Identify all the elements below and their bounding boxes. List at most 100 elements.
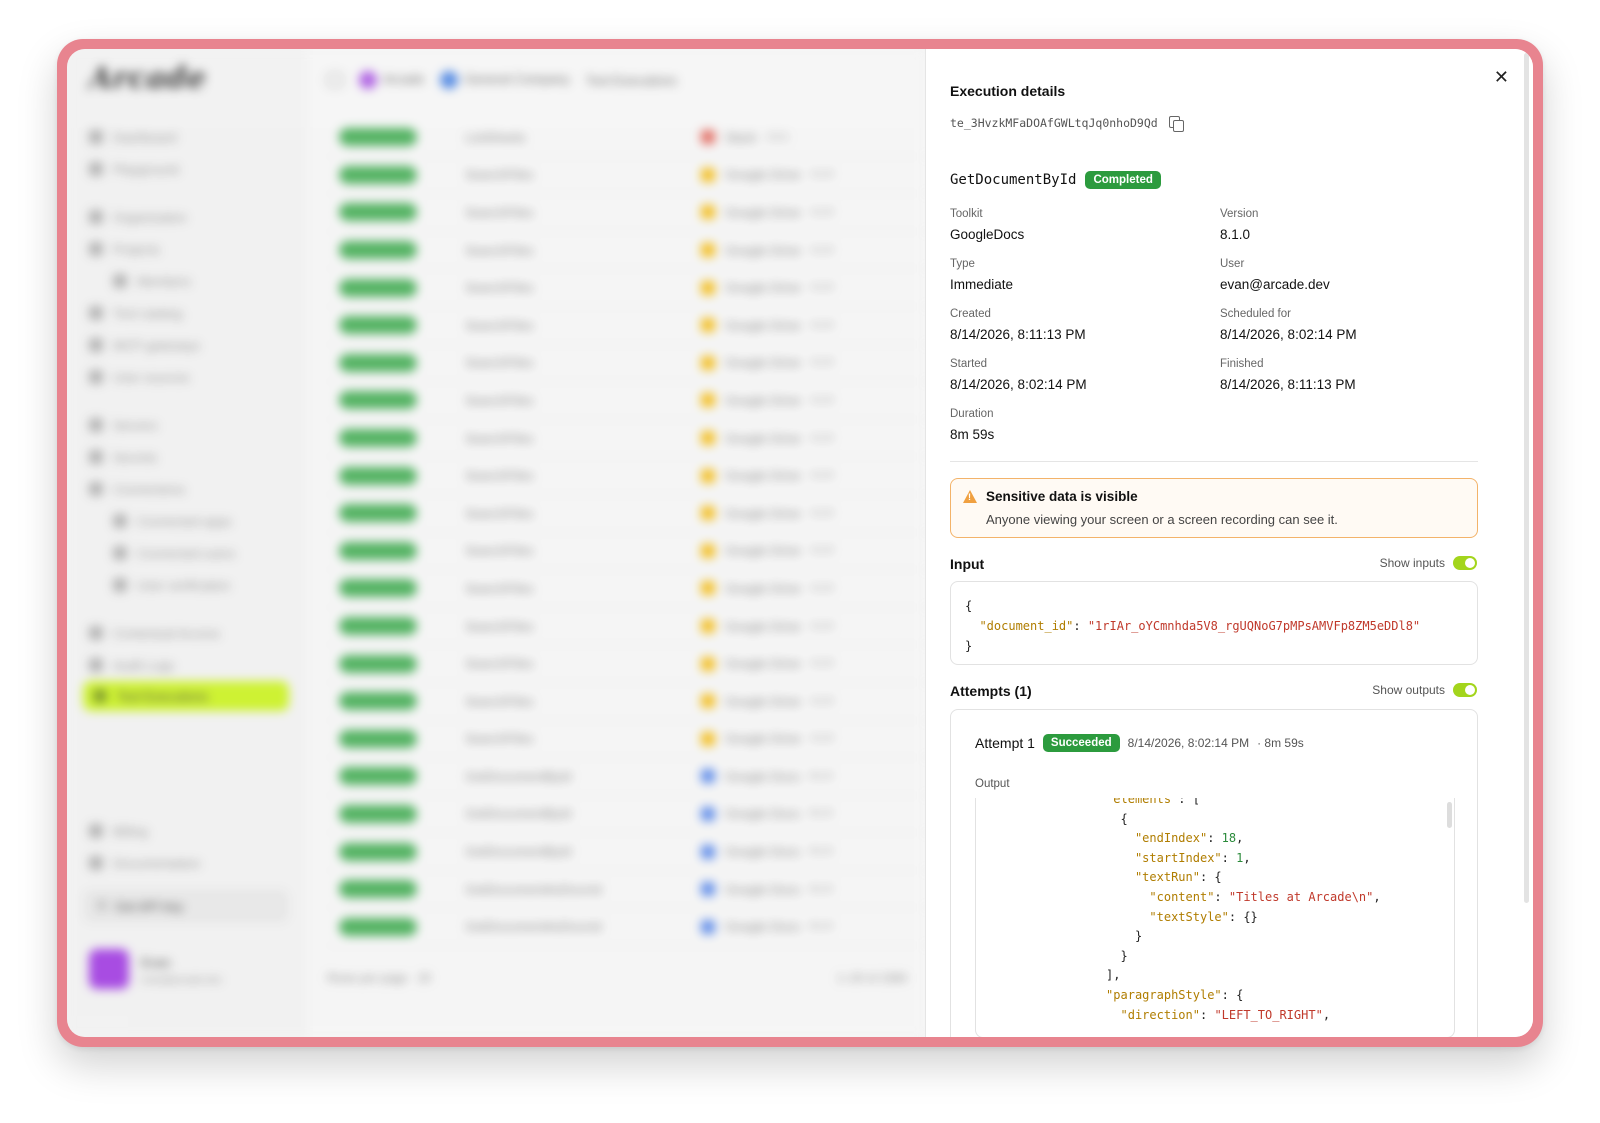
status-pill [339,466,417,485]
user-label: User [1220,258,1245,270]
status-pill [339,278,417,297]
sidebar-item-label: Playground [113,161,179,177]
table-row[interactable]: SearchFiles Google Drive 4.1.0 [327,345,927,383]
sidebar-item[interactable]: Connected apps [113,511,232,531]
toolkit-icon [701,318,715,333]
breadcrumb-org[interactable]: Arcade [359,71,424,89]
toolkit-icon [701,468,715,483]
output-json[interactable]: "elements": [ { "endIndex": 18, "startIn… [975,798,1455,1037]
toolkit-cell: Google Drive [725,505,801,521]
sidebar-item[interactable]: Connected users [113,543,235,563]
table-row[interactable]: ListSheets Slack 2.3.1 [327,119,927,157]
table-row[interactable]: SearchFiles Google Drive 4.1.0 [327,194,927,232]
sidebar-item[interactable]: User verification [113,575,230,595]
sidebar-item[interactable]: Secrets [89,447,157,467]
json-punct: , [1373,889,1381,904]
table-row[interactable]: SearchFiles Google Drive 4.1.0 [327,269,927,307]
table-row[interactable]: GetDocumentById Google Docs 8.1.0 [327,796,927,834]
close-icon[interactable]: ✕ [1494,67,1509,88]
breadcrumb-project[interactable]: General Company [440,71,570,89]
sidebar-item-tool-executions[interactable]: Tool Executions [83,681,289,711]
table-row[interactable]: SearchFiles Google Drive 4.1.0 [327,382,927,420]
sidebar-item[interactable]: MCP gateways [89,335,200,355]
sidebar-item[interactable]: Contextual Access [89,623,220,643]
table-row[interactable]: GetDocumentAsDocmd Google Docs 8.1.0 [327,871,927,909]
table-row[interactable]: SearchFiles Google Drive 4.1.0 [327,495,927,533]
show-inputs-toggle[interactable] [1453,556,1477,570]
toolkit-cell: Google Drive [725,580,801,596]
sidebar-item[interactable]: Projects [89,239,160,259]
toolkit-cell: Google Docs [725,806,801,822]
sidebar-item-label: MCP gateways [113,337,201,353]
toolkit-icon [701,806,715,821]
toolkit-icon [701,205,715,220]
panel-scrollbar[interactable] [1524,53,1529,903]
table-row[interactable]: GetDocumentAsDocmd Google Docs 8.1.0 [327,908,927,947]
tool-name-cell: GetDocumentById [465,768,572,784]
nav-icon [113,546,127,560]
get-api-key-button[interactable]: ⚿ Get API key [83,889,289,923]
json-punct: { [1120,811,1128,826]
sidebar-item[interactable]: Billing [89,821,148,841]
status-pill [339,917,417,936]
table-row[interactable]: SearchFiles Google Drive 4.1.0 [327,645,927,683]
sidebar-item[interactable]: User sources [89,367,190,387]
panel-title: Execution details [950,83,1066,99]
tool-name-cell: SearchFiles [465,693,534,709]
user-email: evan@arcade.dev [141,975,223,986]
main-content: Arcade General Company Tool Executions L… [307,49,927,1037]
table-row[interactable]: SearchFiles Google Drive 4.1.0 [327,608,927,646]
sidebar-item[interactable]: Dashboard [89,127,177,147]
sidebar-item[interactable]: Tool catalog [89,303,182,323]
show-inputs-toggle-wrap: Show inputs [1380,556,1477,570]
table-row[interactable]: GetDocumentById Google Docs 8.1.0 [327,758,927,796]
sidebar-item[interactable]: Playground [89,159,179,179]
sidebar-item-label: Documentation [113,855,201,871]
arcade-logo: Arcade [89,61,206,96]
output-scrollbar[interactable] [1447,802,1452,828]
status-pill [339,767,417,786]
table-row[interactable]: SearchFiles Google Drive 4.1.0 [327,533,927,571]
table-row[interactable]: SearchFiles Google Drive 4.1.0 [327,570,927,608]
table-row[interactable]: GetDocumentById Google Docs 8.1.0 [327,833,927,871]
tool-name-cell: ListSheets [465,129,526,145]
version-cell: 8.1.0 [810,921,833,933]
sidebar-item[interactable]: Organization [89,207,187,227]
version-cell: 4.1.0 [810,394,834,406]
status-pill [339,316,417,335]
show-outputs-toggle[interactable] [1453,683,1477,697]
avatar[interactable] [89,949,129,989]
table-row[interactable]: SearchFiles Google Drive 4.1.0 [327,420,927,458]
sidebar-item[interactable]: Audit Logs [89,655,174,675]
toolkit-cell: Google Drive [725,468,801,484]
table-row[interactable]: SearchFiles Google Drive 4.1.0 [327,683,927,721]
nav-icon [113,578,127,592]
json-key: "paragraphStyle" [1106,987,1222,1002]
json-punct: , [1243,850,1251,865]
show-inputs-label: Show inputs [1379,556,1445,570]
rows-per-page-select[interactable]: 20 [418,971,431,985]
user-name: Evan [141,955,171,970]
sidebar-item[interactable]: Connections [89,479,185,499]
table-row[interactable]: SearchFiles Google Drive 4.1.0 [327,157,927,195]
status-pill [339,429,417,448]
table-row[interactable]: SearchFiles Google Drive 4.1.0 [327,457,927,495]
table-row[interactable]: SearchFiles Google Drive 4.1.0 [327,232,927,270]
table-row[interactable]: SearchFiles Google Drive 4.1.0 [327,307,927,345]
output-line: } [976,947,1381,967]
warning-icon [963,490,977,503]
finished-value: 8/14/2026, 8:11:13 PM [1220,377,1356,392]
json-key: "textStyle" [1149,909,1229,924]
sidebar-item[interactable]: Members [113,271,191,291]
sidebar-item[interactable]: Documentation [89,853,200,873]
sidebar-toggle-icon[interactable] [327,73,343,87]
json-punct: , [1322,1007,1331,1022]
output-line: "direction": "LEFT_TO_RIGHT", [976,1006,1381,1026]
sidebar-item[interactable]: Servers [89,415,158,435]
copy-icon[interactable] [1168,115,1184,132]
output-line: { [976,810,1381,830]
user-value: evan@arcade.dev [1220,277,1330,292]
table-row[interactable]: SearchFiles Google Drive 4.1.0 [327,721,927,759]
toolkit-cell: Google Drive [725,430,801,446]
nav-icon [113,514,127,528]
